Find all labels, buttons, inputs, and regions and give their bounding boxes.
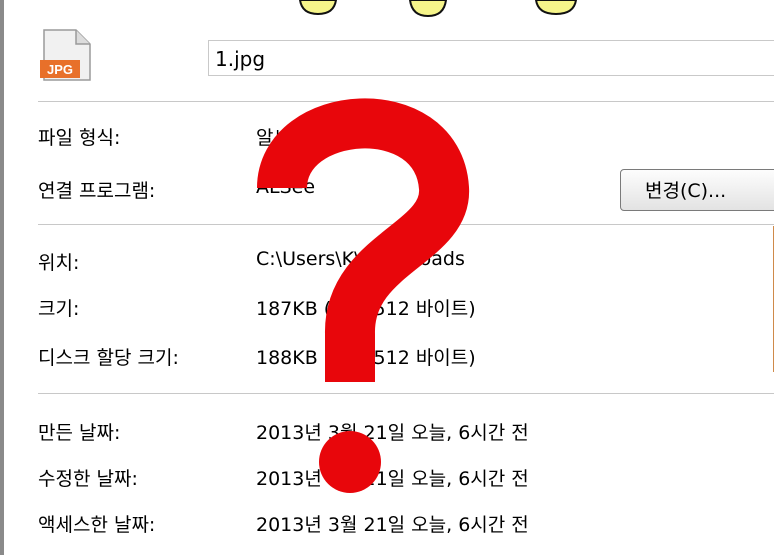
divider-1: [38, 101, 774, 102]
size-label: 크기:: [38, 298, 80, 320]
decoration-blob-right: [534, 0, 578, 16]
created-value: 2013년 3월 21일 오늘, 6시간 전: [256, 422, 529, 444]
top-decoration: [298, 0, 578, 18]
size-on-disk-label: 디스크 할당 크기:: [38, 347, 179, 369]
accessed-value: 2013년 3월 21일 오늘, 6시간 전: [256, 514, 529, 536]
location-label: 위치:: [38, 252, 80, 274]
file-icon-label: JPG: [47, 62, 73, 77]
opens-with-label: 연결 프로그램:: [38, 180, 156, 202]
size-on-disk-value: 188KB (192,512 바이트): [256, 347, 476, 369]
divider-2: [38, 224, 774, 225]
window-left-border: [0, 0, 4, 555]
location-value: C:\Users\K\Downloads: [256, 248, 465, 270]
decoration-blob-mid: [408, 0, 448, 18]
decoration-blob-left: [298, 0, 338, 16]
opens-with-value: ALSee: [256, 176, 316, 198]
accessed-label: 액세스한 날짜:: [38, 514, 156, 536]
created-label: 만든 날짜:: [38, 422, 121, 444]
file-type-label: 파일 형식:: [38, 127, 121, 149]
file-type-value: 알씨 이미지 파일(.jpg): [256, 127, 441, 149]
jpg-file-icon: JPG: [40, 29, 91, 81]
change-program-button[interactable]: 변경(C)...: [620, 169, 774, 211]
size-value: 187KB (191,512 바이트): [256, 298, 476, 320]
modified-value: 2013년 3월 21일 오늘, 6시간 전: [256, 468, 529, 490]
divider-3: [38, 393, 774, 394]
file-name-field[interactable]: 1.jpg: [208, 40, 774, 76]
modified-label: 수정한 날짜:: [38, 468, 138, 490]
